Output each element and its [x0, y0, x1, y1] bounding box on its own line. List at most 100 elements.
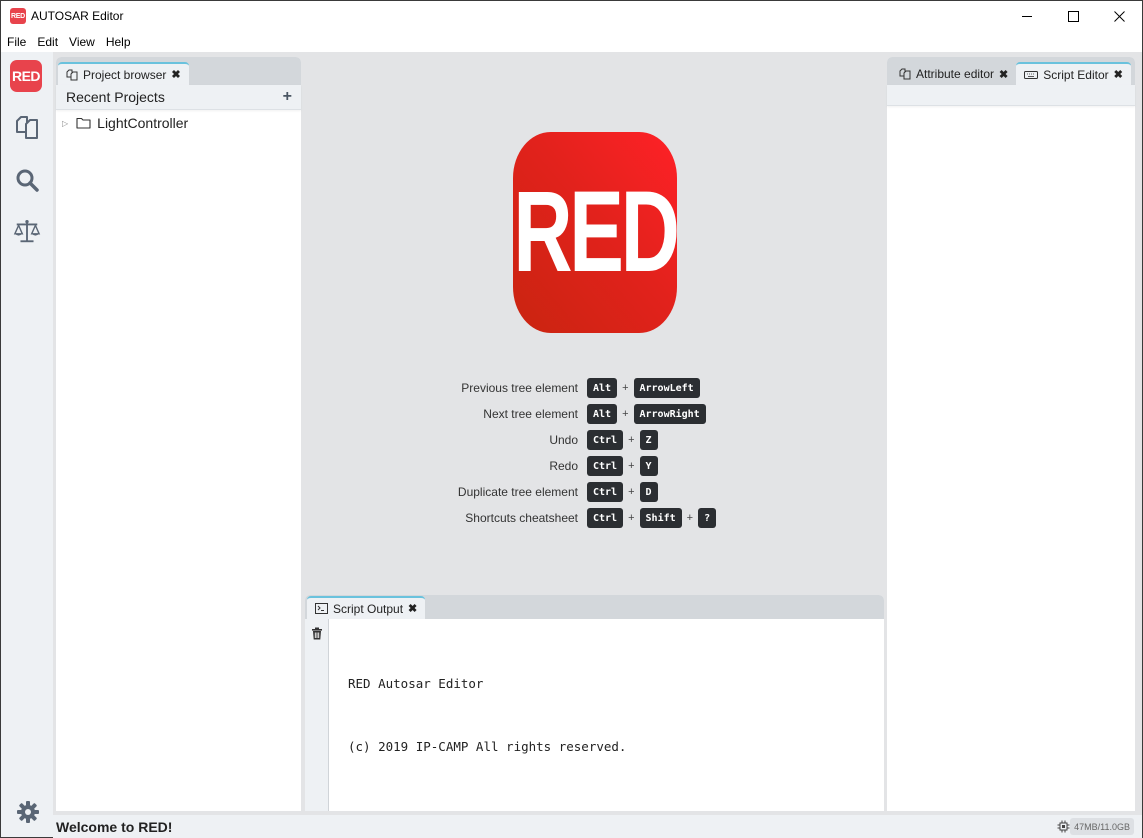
close-button[interactable]: [1096, 1, 1142, 31]
key: Ctrl: [587, 482, 624, 502]
tab-label: Attribute editor: [916, 67, 995, 81]
folder-icon: [76, 117, 91, 129]
shortcut-row: Next tree element Alt + ArrowRight: [301, 401, 887, 427]
activity-compare[interactable]: [13, 217, 41, 245]
editor-toolbar: [887, 85, 1135, 106]
copy-documents-icon: [899, 68, 911, 80]
project-name: LightController: [97, 115, 189, 131]
red-logo[interactable]: RED: [10, 60, 42, 92]
recent-projects-header: Recent Projects +: [56, 85, 301, 110]
key: ArrowLeft: [633, 378, 700, 398]
key-separator: +: [622, 382, 629, 394]
expand-caret-icon[interactable]: ▷: [62, 119, 68, 128]
shortcut-label: Duplicate tree element: [457, 485, 578, 499]
key-separator: +: [628, 512, 635, 524]
shortcut-row: Previous tree element Alt + ArrowLeft: [301, 375, 887, 401]
tab-script-editor[interactable]: Script Editor ✖: [1016, 62, 1131, 85]
key: Shift: [639, 508, 682, 528]
editor-panel: Attribute editor ✖ Script Editor ✖: [887, 57, 1135, 811]
close-tab-icon[interactable]: ✖: [1114, 68, 1123, 81]
copy-documents-icon: [66, 69, 78, 81]
menu-bar: File Edit View Help: [1, 31, 1142, 52]
script-output-tabstrip: Script Output ✖: [305, 595, 884, 619]
shortcut-label: Undo: [549, 433, 578, 447]
trash-icon: [312, 627, 322, 640]
key-separator: +: [628, 486, 635, 498]
shortcut-label: Redo: [549, 459, 578, 473]
key: Alt: [587, 378, 618, 398]
minimize-icon: [1021, 15, 1032, 17]
maximize-icon: [1067, 10, 1079, 22]
output-line: (c) 2019 IP-CAMP All rights reserved.: [348, 739, 627, 754]
chip-icon: [1057, 820, 1070, 836]
activity-bar: RED: [1, 52, 53, 823]
status-message: Welcome to RED!: [56, 818, 173, 835]
project-browser-panel: Project browser ✖ Recent Projects + ▷ Li…: [56, 57, 301, 811]
shortcut-label: Next tree element: [483, 407, 578, 421]
key-separator: +: [628, 434, 635, 446]
key-separator: +: [628, 460, 635, 472]
add-project-button[interactable]: +: [283, 88, 292, 106]
key-separator: +: [686, 512, 694, 524]
shortcut-row: Shortcuts cheatsheet Ctrl + Shift + ?: [301, 505, 887, 531]
terminal-icon: [315, 603, 328, 614]
activity-search[interactable]: [13, 166, 41, 194]
key: Y: [639, 456, 658, 476]
tab-project-browser[interactable]: Project browser ✖: [58, 62, 189, 85]
shortcut-row: Duplicate tree element Ctrl + D: [301, 479, 887, 505]
key: ArrowRight: [633, 404, 706, 424]
key: Ctrl: [587, 508, 624, 528]
editor-tabstrip: Attribute editor ✖ Script Editor ✖: [887, 57, 1135, 85]
close-tab-icon[interactable]: ✖: [171, 68, 180, 81]
shortcut-label: Previous tree element: [461, 381, 578, 395]
output-gutter: [305, 619, 329, 811]
key: ?: [698, 508, 717, 528]
copy-documents-icon: [16, 116, 38, 139]
tab-label: Script Editor: [1043, 67, 1109, 82]
shortcut-row: Redo Ctrl + Y: [301, 453, 887, 479]
script-output-panel: Script Output ✖ RED Autosar Editor (c) 2…: [305, 595, 884, 811]
window-controls: [1004, 1, 1142, 31]
key: Alt: [587, 404, 618, 424]
memory-usage-badge: 47MB/11.0GB: [1070, 818, 1134, 835]
shortcuts-list: Previous tree element Alt + ArrowLeft Ne…: [301, 375, 887, 531]
keyboard-icon: [1024, 70, 1039, 80]
clear-output-button[interactable]: [311, 627, 323, 643]
app-icon: RED: [10, 8, 26, 24]
shortcut-row: Undo Ctrl + Z: [301, 427, 887, 453]
recent-projects-title: Recent Projects: [66, 89, 165, 105]
maximize-button[interactable]: [1050, 1, 1096, 31]
status-bar: Welcome to RED! 47MB/11.0GB: [53, 815, 1142, 838]
key: D: [639, 482, 658, 502]
tab-script-output[interactable]: Script Output ✖: [307, 596, 426, 619]
close-tab-icon[interactable]: ✖: [408, 602, 417, 615]
scale-icon: [13, 219, 41, 243]
key-separator: +: [622, 408, 629, 420]
gear-icon: [17, 801, 39, 823]
window-title: AUTOSAR Editor: [31, 9, 124, 23]
menu-help[interactable]: Help: [106, 35, 131, 49]
tree-item-project[interactable]: ▷ LightController: [62, 115, 188, 131]
activity-project-browser[interactable]: [13, 114, 41, 142]
tab-label: Script Output: [333, 601, 404, 616]
close-icon: [1113, 10, 1125, 22]
menu-edit[interactable]: Edit: [37, 35, 58, 49]
title-bar: RED AUTOSAR Editor: [1, 1, 1142, 31]
project-browser-tabstrip: Project browser ✖: [56, 57, 301, 85]
menu-file[interactable]: File: [7, 35, 26, 49]
key: Ctrl: [587, 430, 624, 450]
output-line: RED Autosar Editor: [348, 676, 484, 691]
app-window: RED AUTOSAR Editor File Edit View Help R…: [0, 0, 1143, 838]
output-console: RED Autosar Editor (c) 2019 IP-CAMP All …: [348, 631, 626, 799]
shortcut-label: Shortcuts cheatsheet: [465, 511, 578, 525]
red-logo-large: RED: [513, 132, 680, 333]
tab-attribute-editor[interactable]: Attribute editor ✖: [889, 63, 1016, 85]
menu-view[interactable]: View: [69, 35, 95, 49]
key: Z: [639, 430, 658, 450]
tab-label: Project browser: [83, 67, 167, 82]
search-icon: [16, 169, 39, 192]
settings-button[interactable]: [14, 798, 42, 826]
key: Ctrl: [587, 456, 624, 476]
minimize-button[interactable]: [1004, 1, 1050, 31]
close-tab-icon[interactable]: ✖: [999, 68, 1008, 81]
